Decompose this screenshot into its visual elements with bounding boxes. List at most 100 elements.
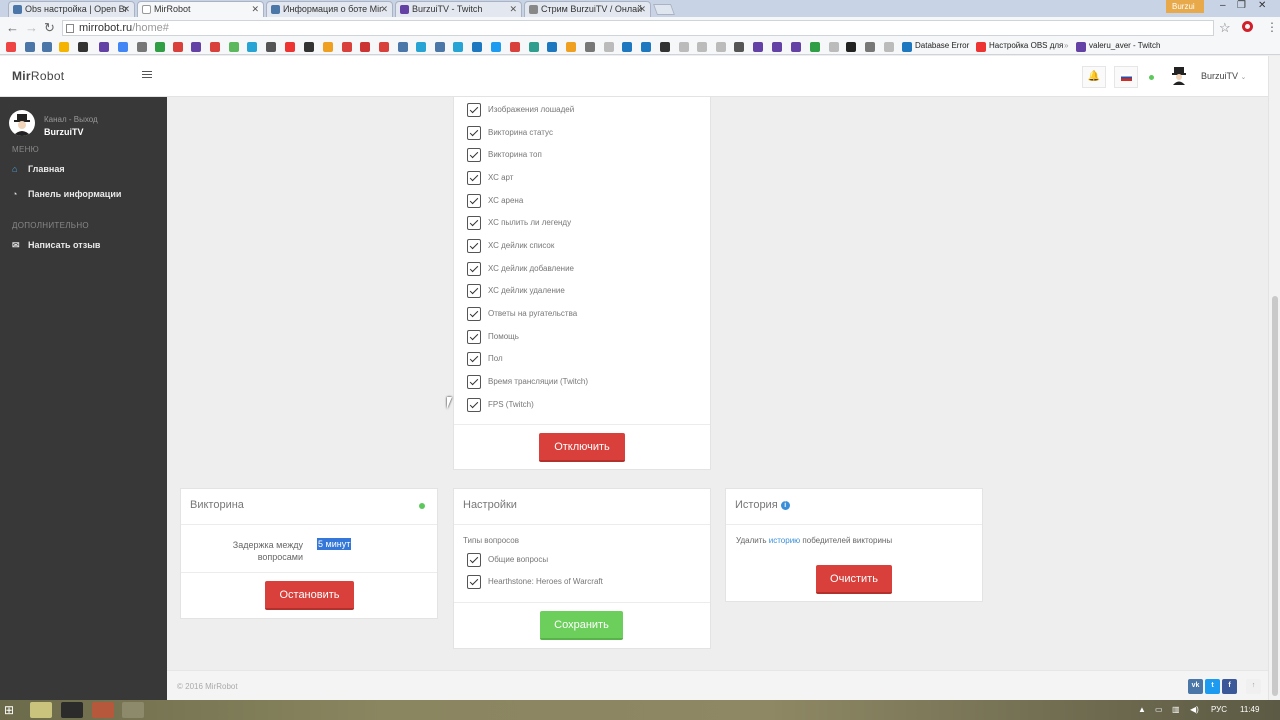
bookmark-icon[interactable]: [660, 42, 670, 52]
bookmark-icon[interactable]: [42, 42, 52, 52]
scroll-top-icon[interactable]: ↑: [1246, 679, 1261, 694]
vk-icon[interactable]: [25, 42, 35, 52]
twitter-share-icon[interactable]: t: [1205, 679, 1220, 694]
checkbox[interactable]: [467, 194, 481, 208]
bookmark-icon[interactable]: [641, 42, 651, 52]
back-icon[interactable]: ←: [6, 20, 19, 35]
checkbox[interactable]: [467, 216, 481, 230]
obs-taskbar-icon[interactable]: [61, 702, 83, 718]
windows-start-icon[interactable]: ⊞: [4, 703, 14, 717]
bookmark-icon[interactable]: [173, 42, 183, 52]
maximize-icon[interactable]: ❐: [1237, 0, 1246, 11]
checkbox[interactable]: [467, 171, 481, 185]
twitch-icon[interactable]: [791, 42, 801, 52]
sidebar-item-home[interactable]: ⌂ Главная: [12, 164, 65, 174]
explorer-taskbar-icon[interactable]: [122, 702, 144, 718]
browser-tab[interactable]: Obs настройка | Open Br ✕: [8, 1, 135, 17]
twitch-icon[interactable]: [772, 42, 782, 52]
checkbox[interactable]: [467, 398, 481, 412]
checkbox[interactable]: [467, 103, 481, 117]
bookmark-star-icon[interactable]: ☆: [1219, 20, 1231, 36]
sidebar-item-feedback[interactable]: ✉ Написать отзыв: [12, 240, 100, 251]
youtube-icon[interactable]: [285, 42, 295, 52]
bookmark-icon[interactable]: [491, 42, 501, 52]
bookmark-icon[interactable]: [622, 42, 632, 52]
bookmark-icon[interactable]: [210, 42, 220, 52]
bookmark-icon[interactable]: [416, 42, 426, 52]
notifications-button[interactable]: 🔔: [1082, 66, 1106, 88]
checkbox[interactable]: [467, 553, 481, 567]
checkbox[interactable]: [467, 148, 481, 162]
close-window-icon[interactable]: ✕: [1258, 0, 1266, 11]
bookmark-label[interactable]: Настройка OBS для: [989, 41, 1063, 50]
checkbox[interactable]: [467, 126, 481, 140]
sidebar-item-dashboard[interactable]: ◔ Панель информации: [12, 189, 121, 199]
scrollbar-thumb[interactable]: [1272, 296, 1278, 696]
bookmark-icon[interactable]: [398, 42, 408, 52]
browser-tab-active[interactable]: MirRobot ✕: [137, 1, 264, 18]
menu-toggle-icon[interactable]: [142, 71, 152, 80]
info-icon[interactable]: i: [780, 501, 790, 510]
youtube-icon[interactable]: [976, 42, 986, 52]
opera-icon[interactable]: [1242, 21, 1253, 32]
bookmark-icon[interactable]: [229, 42, 239, 52]
forward-icon[interactable]: →: [25, 20, 38, 35]
bookmark-icon[interactable]: [78, 42, 88, 52]
twitch-icon[interactable]: [1076, 42, 1086, 52]
user-avatar-icon[interactable]: [1171, 67, 1187, 85]
bookmark-icon[interactable]: [472, 42, 482, 52]
stop-button[interactable]: Остановить: [265, 581, 354, 610]
clear-button[interactable]: Очистить: [816, 565, 892, 594]
page-icon[interactable]: [829, 42, 839, 52]
page-icon[interactable]: [604, 42, 614, 52]
minimize-icon[interactable]: –: [1220, 0, 1226, 11]
history-link[interactable]: историю: [769, 536, 800, 545]
checkbox[interactable]: [467, 307, 481, 321]
bookmark-icon[interactable]: [810, 42, 820, 52]
page-icon[interactable]: [697, 42, 707, 52]
page-scrollbar[interactable]: [1268, 56, 1280, 700]
bookmark-icon[interactable]: [865, 42, 875, 52]
bookmark-icon[interactable]: [360, 42, 370, 52]
twitch-icon[interactable]: [753, 42, 763, 52]
close-icon[interactable]: ✕: [638, 4, 646, 15]
twitch-icon[interactable]: [99, 42, 109, 52]
delay-value[interactable]: 5 минут: [317, 538, 352, 550]
user-menu[interactable]: BurzuiTV ⌄: [1201, 71, 1246, 81]
bookmark-icon[interactable]: [266, 42, 276, 52]
url-input[interactable]: mirrobot.ru/home#: [62, 20, 1214, 36]
checkbox[interactable]: [467, 239, 481, 253]
bookmark-icon[interactable]: [59, 42, 69, 52]
network-icon[interactable]: ▥: [1172, 705, 1180, 714]
vk-share-icon[interactable]: vk: [1188, 679, 1203, 694]
checkbox[interactable]: [467, 575, 481, 589]
bookmark-icon[interactable]: [137, 42, 147, 52]
bookmark-icon[interactable]: [435, 42, 445, 52]
bookmark-icon[interactable]: [529, 42, 539, 52]
bookmark-label[interactable]: Database Error: [915, 41, 969, 50]
bookmark-icon[interactable]: [510, 42, 520, 52]
language-button[interactable]: [1114, 66, 1138, 88]
save-button[interactable]: Сохранить: [540, 611, 623, 640]
bookmark-icon[interactable]: [547, 42, 557, 52]
bookmark-icon[interactable]: [379, 42, 389, 52]
bookmark-icon[interactable]: [734, 42, 744, 52]
twitch-icon[interactable]: [191, 42, 201, 52]
bookmark-icon[interactable]: [6, 42, 16, 52]
bookmark-icon[interactable]: [323, 42, 333, 52]
bookmark-icon[interactable]: [453, 42, 463, 52]
bookmark-icon[interactable]: [846, 42, 856, 52]
bookmark-icon[interactable]: [247, 42, 257, 52]
reload-icon[interactable]: ↻: [44, 20, 55, 36]
page-icon[interactable]: [884, 42, 894, 52]
clock[interactable]: 11:49: [1240, 705, 1259, 714]
checkbox[interactable]: [467, 284, 481, 298]
firefox-taskbar-icon[interactable]: [92, 702, 114, 718]
close-icon[interactable]: ✕: [251, 4, 259, 15]
browser-profile-badge[interactable]: Burzui: [1166, 0, 1204, 13]
page-icon[interactable]: [679, 42, 689, 52]
browser-menu-icon[interactable]: ⋮: [1266, 20, 1278, 34]
page-icon[interactable]: [902, 42, 912, 52]
browser-tab[interactable]: Информация о боте Mir ✕: [266, 1, 393, 17]
checkbox[interactable]: [467, 375, 481, 389]
